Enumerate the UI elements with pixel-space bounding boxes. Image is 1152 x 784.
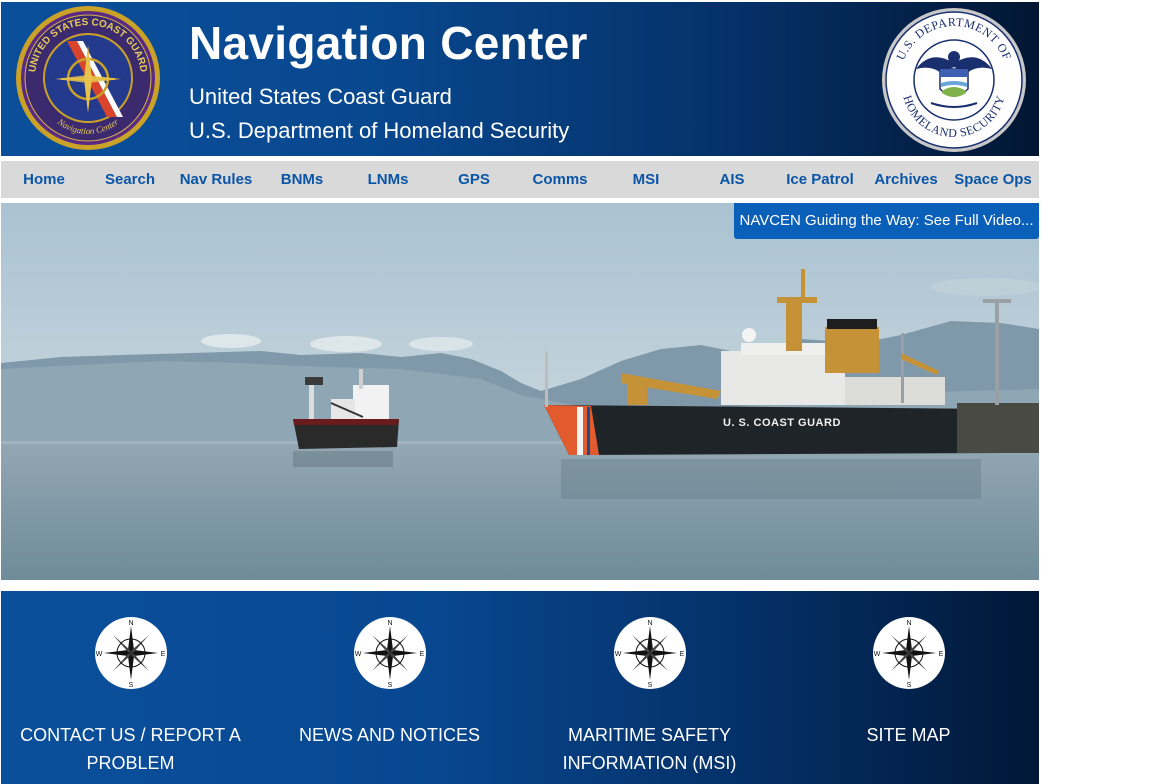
tile-contact-us[interactable]: N S E W CONTACT US / REPORT A PROBLEM	[1, 591, 260, 784]
svg-text:N: N	[647, 620, 652, 627]
svg-text:W: W	[615, 651, 622, 658]
nav-item-comms[interactable]: Comms	[517, 161, 603, 198]
svg-text:S: S	[907, 682, 912, 689]
nav-item-bnms[interactable]: BNMs	[259, 161, 345, 198]
compass-rose-icon: N S E W	[614, 617, 686, 689]
nav-item-msi[interactable]: MSI	[603, 161, 689, 198]
nav-item-search[interactable]: Search	[87, 161, 173, 198]
tile-label: CONTACT US / REPORT A PROBLEM	[20, 725, 241, 773]
svg-text:W: W	[355, 651, 362, 658]
tile-maritime-safety-information[interactable]: N S E W MARITIME SAFETY INFORMATION (MSI…	[520, 591, 779, 784]
cutter-hull-text: U. S. COAST GUARD	[723, 417, 841, 429]
svg-text:W: W	[874, 651, 881, 658]
hero-harbor-image: U. S. COAST GUARD	[1, 203, 1039, 580]
full-video-link[interactable]: NAVCEN Guiding the Way: See Full Video..…	[734, 203, 1039, 239]
uscg-navigation-center-seal-icon[interactable]: UNITED STATES COAST GUARD Navigation Cen…	[15, 5, 161, 151]
svg-text:W: W	[96, 651, 103, 658]
svg-text:E: E	[161, 651, 166, 658]
svg-text:S: S	[648, 682, 653, 689]
dhs-seal-icon[interactable]: U.S. DEPARTMENT OF HOMELAND SECURITY	[881, 7, 1027, 153]
svg-text:E: E	[420, 651, 425, 658]
nav-item-gps[interactable]: GPS	[431, 161, 517, 198]
svg-text:N: N	[906, 620, 911, 627]
svg-text:N: N	[387, 620, 392, 627]
compass-rose-icon: N S E W	[873, 617, 945, 689]
site-subtitle-uscg: United States Coast Guard	[189, 84, 452, 109]
tile-label: SITE MAP	[866, 725, 951, 745]
nav-item-archives[interactable]: Archives	[865, 161, 947, 198]
svg-text:E: E	[939, 651, 944, 658]
tile-label: NEWS AND NOTICES	[298, 725, 481, 745]
svg-text:S: S	[129, 682, 134, 689]
nav-item-ais[interactable]: AIS	[689, 161, 775, 198]
main-nav: Home Search Nav Rules BNMs LNMs GPS Comm…	[1, 161, 1039, 198]
quick-links-panel: N S E W CONTACT US / REPORT A PROBLEM N …	[1, 591, 1039, 784]
nav-item-home[interactable]: Home	[1, 161, 87, 198]
site-title[interactable]: Navigation Center	[189, 16, 588, 70]
tile-label: MARITIME SAFETY INFORMATION (MSI)	[562, 725, 737, 773]
svg-text:S: S	[388, 682, 393, 689]
site-subtitle-dhs: U.S. Department of Homeland Security	[189, 118, 570, 143]
compass-rose-icon: N S E W	[95, 617, 167, 689]
compass-rose-icon: N S E W	[354, 617, 426, 689]
tile-news-and-notices[interactable]: N S E W NEWS AND NOTICES	[260, 591, 519, 784]
tile-site-map[interactable]: N S E W SITE MAP	[779, 591, 1038, 784]
nav-item-ice-patrol[interactable]: Ice Patrol	[775, 161, 865, 198]
hero-video[interactable]: U. S. COAST GUARD NAVCEN Guiding the Way…	[1, 203, 1039, 580]
nav-item-lnms[interactable]: LNMs	[345, 161, 431, 198]
site-header: UNITED STATES COAST GUARD Navigation Cen…	[1, 2, 1039, 156]
nav-item-nav-rules[interactable]: Nav Rules	[173, 161, 259, 198]
svg-text:N: N	[128, 620, 133, 627]
svg-text:E: E	[680, 651, 685, 658]
nav-item-space-ops[interactable]: Space Ops	[947, 161, 1039, 198]
